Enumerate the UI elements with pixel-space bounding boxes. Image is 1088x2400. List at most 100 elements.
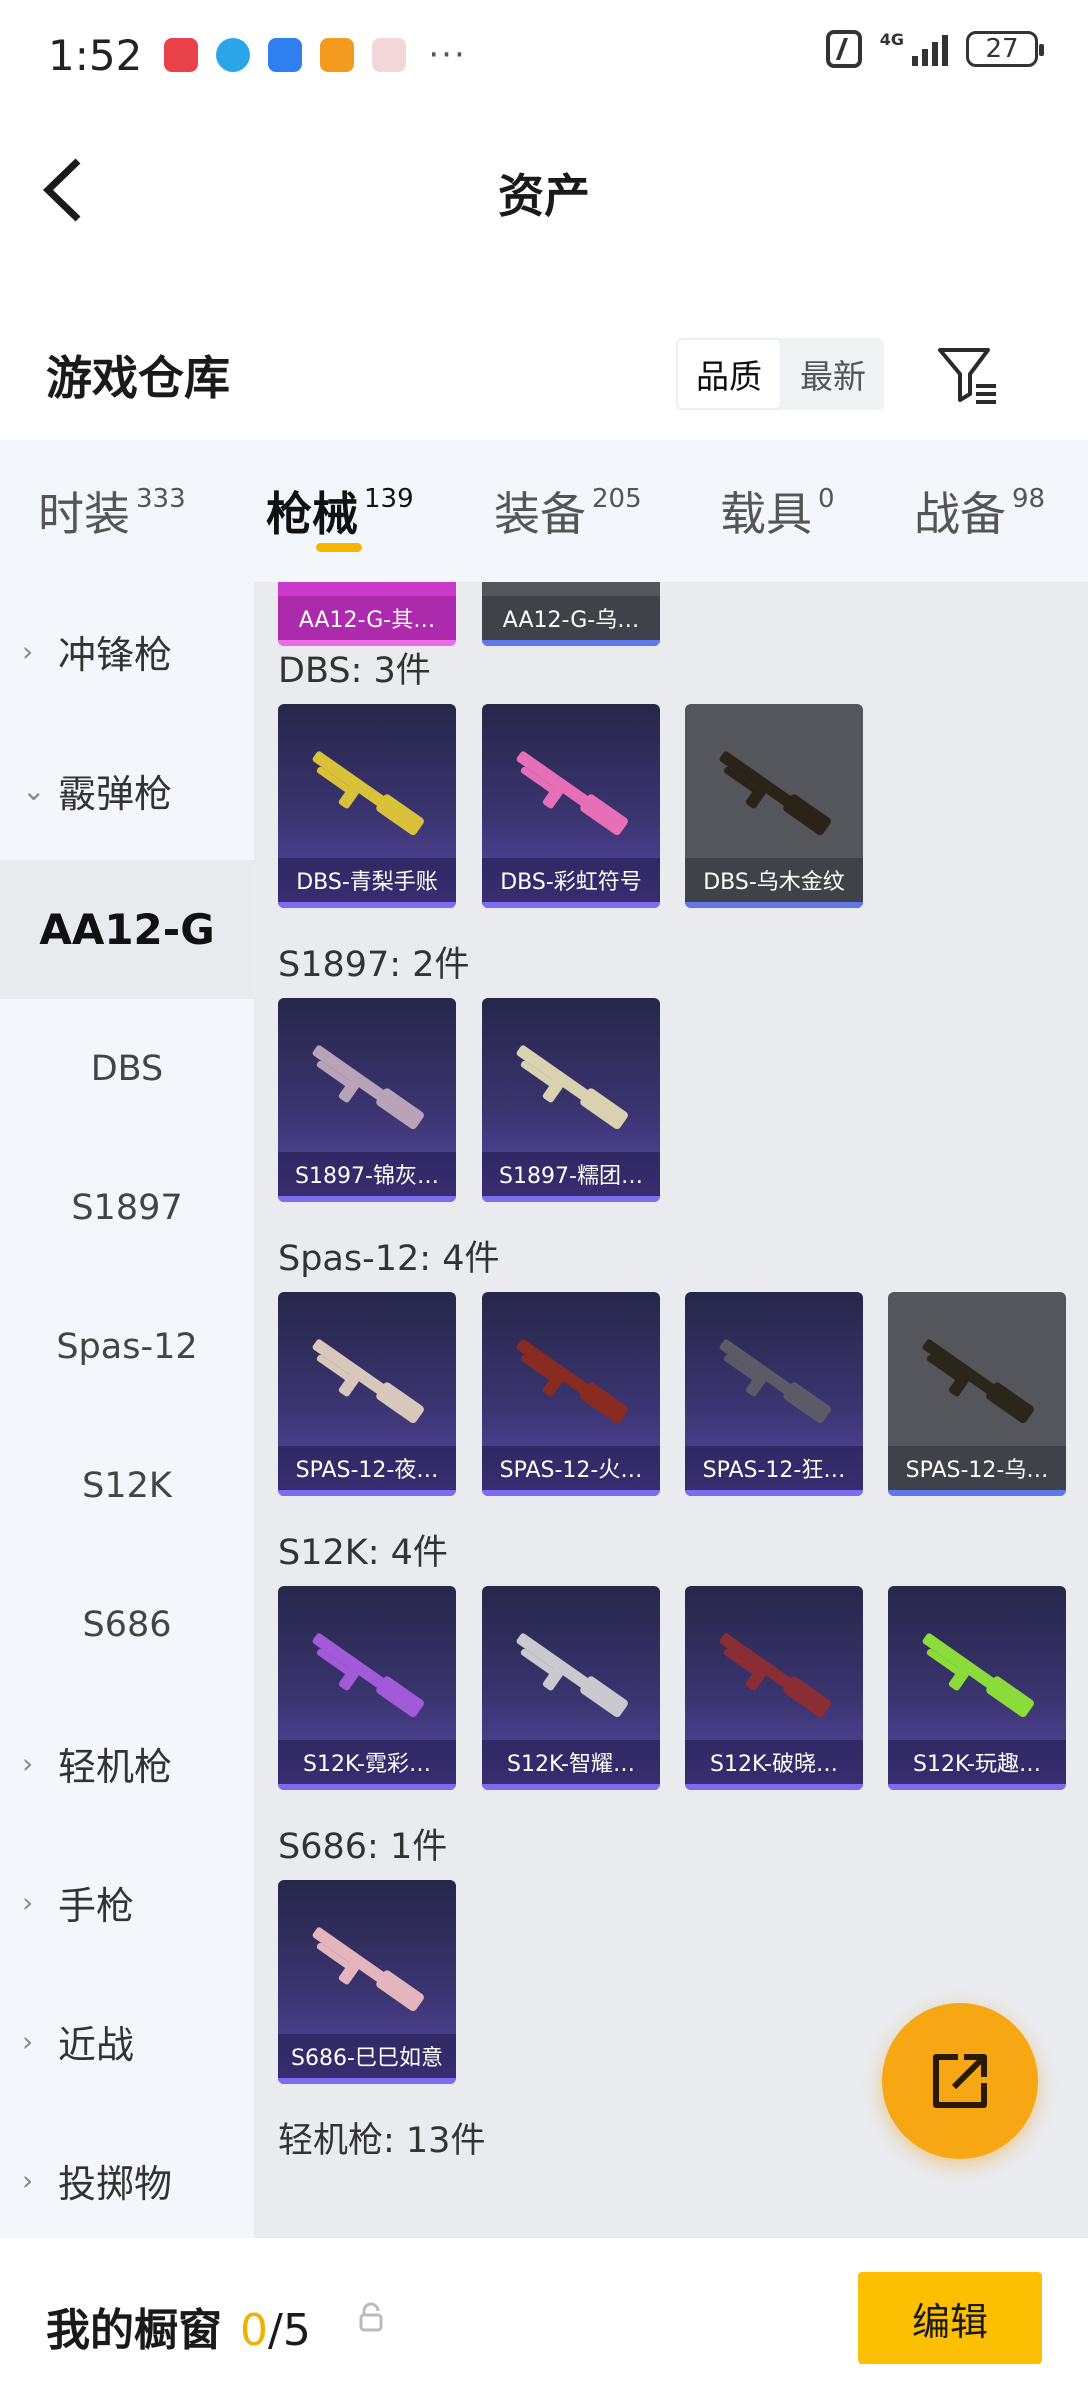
weapon-skin-name: SPAS-12-狂…	[685, 1446, 863, 1490]
notification-icons: ···	[164, 35, 466, 75]
shotgun-icon	[516, 1339, 628, 1424]
weapon-skin-card[interactable]: DBS-乌木金纹	[685, 704, 863, 908]
tab-firearms[interactable]: 枪械 139	[266, 440, 494, 582]
rarity-strip	[482, 1784, 660, 1790]
tab-equipment[interactable]: 装备 205	[494, 440, 720, 582]
weapon-skin-card[interactable]: S12K-破晓…	[685, 1586, 863, 1790]
rarity-strip	[278, 1196, 456, 1202]
edit-button[interactable]: 编辑	[858, 2272, 1042, 2364]
weapon-skin-card[interactable]: S12K-智耀…	[482, 1586, 660, 1790]
chevron-down-icon: ⌄	[22, 774, 46, 807]
warehouse-title: 游戏仓库	[46, 351, 230, 405]
signal-icon: 4G	[880, 32, 948, 66]
tab-label: 枪械	[266, 487, 358, 541]
rarity-strip	[482, 1196, 660, 1202]
rarity-strip	[482, 902, 660, 908]
tab-label: 装备	[494, 487, 586, 541]
weapon-skin-card[interactable]: SPAS-12-火…	[482, 1292, 660, 1496]
weapon-skin-card[interactable]: S686-巳巳如意	[278, 1880, 456, 2084]
filter-icon[interactable]	[936, 344, 1000, 408]
sidebar-item-label: 投掷物	[58, 2162, 173, 2206]
shotgun-icon	[516, 751, 628, 836]
showcase-counter: 我的橱窗 0 /5	[46, 2294, 311, 2358]
network-type: 4G	[879, 30, 904, 49]
battery-icon: 27	[966, 31, 1044, 67]
share-button[interactable]	[882, 2003, 1038, 2159]
sidebar-item[interactable]: S12K	[0, 1416, 254, 1555]
chevron-right-icon: ›	[22, 1747, 34, 1780]
tab-vehicles[interactable]: 载具 0	[720, 440, 914, 582]
weapon-skin-card[interactable]: SPAS-12-夜…	[278, 1292, 456, 1496]
shotgun-icon	[312, 1927, 424, 2012]
section-header: S12K: 4件	[278, 1533, 448, 1573]
more-notifications-icon: ···	[428, 35, 467, 75]
sidebar-item[interactable]: S1897	[0, 1138, 254, 1277]
tab-count: 0	[818, 484, 835, 514]
weapon-skin-card[interactable]: DBS-彩虹符号	[482, 704, 660, 908]
weapon-skin-card[interactable]: AA12-G-乌…	[482, 582, 660, 646]
sidebar-item-label: Spas-12	[56, 1326, 198, 1367]
rarity-strip	[278, 2078, 456, 2084]
weapon-skin-card[interactable]: S1897-锦灰…	[278, 998, 456, 1202]
sidebar-item-label: 手枪	[58, 1884, 135, 1928]
chevron-right-icon: ›	[22, 1886, 34, 1919]
weapon-skin-card[interactable]: AA12-G-其…	[278, 582, 456, 646]
rarity-strip	[278, 1784, 456, 1790]
sidebar-item-label: 近战	[58, 2023, 135, 2067]
weapon-skin-card[interactable]: DBS-青梨手账	[278, 704, 456, 908]
weapon-skin-card[interactable]: S12K-霓彩…	[278, 1586, 456, 1790]
rarity-strip	[278, 902, 456, 908]
sidebar-item-label: 轻机枪	[58, 1745, 173, 1789]
rarity-strip	[888, 1784, 1066, 1790]
sort-newest-button[interactable]: 最新	[782, 338, 884, 410]
status-time: 1:52	[48, 30, 143, 80]
sidebar-item[interactable]: AA12-G	[0, 860, 254, 999]
chevron-right-icon: ›	[22, 635, 34, 668]
weapon-skin-card[interactable]: S1897-糯团…	[482, 998, 660, 1202]
weapon-skin-card[interactable]: SPAS-12-狂…	[685, 1292, 863, 1496]
sidebar-item[interactable]: S686	[0, 1555, 254, 1694]
nav-bar: 资产	[0, 110, 1088, 270]
weapon-skin-name: SPAS-12-乌…	[888, 1446, 1066, 1490]
sidebar-item[interactable]: › 手枪	[0, 1833, 254, 1972]
weapon-skin-card[interactable]: SPAS-12-乌…	[888, 1292, 1066, 1496]
weapon-skin-name: S12K-霓彩…	[278, 1740, 456, 1784]
showcase-total: /5	[268, 2305, 311, 2356]
weapon-skin-name: S686-巳巳如意	[278, 2034, 456, 2078]
rarity-strip	[482, 640, 660, 646]
section-header: Spas-12: 4件	[278, 1239, 500, 1279]
showcase-title: 我的橱窗	[46, 2305, 222, 2356]
weapon-skin-name: DBS-彩虹符号	[482, 858, 660, 902]
lock-icon	[359, 2302, 383, 2332]
shotgun-icon	[516, 1045, 628, 1130]
sidebar-item-label: 冲锋枪	[58, 633, 173, 677]
sidebar-item[interactable]: › 冲锋枪	[0, 582, 254, 721]
huawei-app-icon	[164, 38, 199, 72]
sidebar-item[interactable]: › 投掷物	[0, 2111, 254, 2238]
sidebar-item[interactable]: DBS	[0, 999, 254, 1138]
sidebar-item[interactable]: › 近战	[0, 1972, 254, 2111]
rarity-strip	[278, 1490, 456, 1496]
sidebar-item[interactable]: ⌄ 霰弹枪	[0, 721, 254, 860]
status-bar: 1:52 ··· 4G 27	[0, 0, 1088, 110]
sort-quality-button[interactable]: 品质	[676, 338, 782, 410]
nfc-icon	[825, 30, 862, 68]
tab-supplies[interactable]: 战备 98	[914, 440, 1054, 582]
weapon-type-sidebar: › 冲锋枪 ⌄ 霰弹枪 AA12-G DBS S1897 Spas-12 S12K S686 › 轻机…	[0, 582, 254, 2238]
tab-count: 139	[364, 484, 414, 514]
sidebar-item[interactable]: › 轻机枪	[0, 1694, 254, 1833]
weapon-skin-card[interactable]: S12K-玩趣…	[888, 1586, 1066, 1790]
tab-fashion[interactable]: 时装 333	[38, 440, 266, 582]
shotgun-icon	[922, 1633, 1034, 1718]
sidebar-item-label: S686	[82, 1604, 172, 1645]
sidebar-item-label: AA12-G	[39, 905, 215, 954]
page-title: 资产	[498, 169, 590, 223]
weapon-skin-name: S12K-玩趣…	[888, 1740, 1066, 1784]
sidebar-item-label: S12K	[82, 1465, 172, 1506]
tab-label: 时装	[38, 487, 130, 541]
sidebar-item-label: DBS	[90, 1048, 164, 1089]
sidebar-item-label: 霰弹枪	[58, 772, 173, 816]
rarity-strip	[482, 1490, 660, 1496]
sidebar-item[interactable]: Spas-12	[0, 1277, 254, 1416]
sidebar-item-label: S1897	[71, 1187, 183, 1228]
